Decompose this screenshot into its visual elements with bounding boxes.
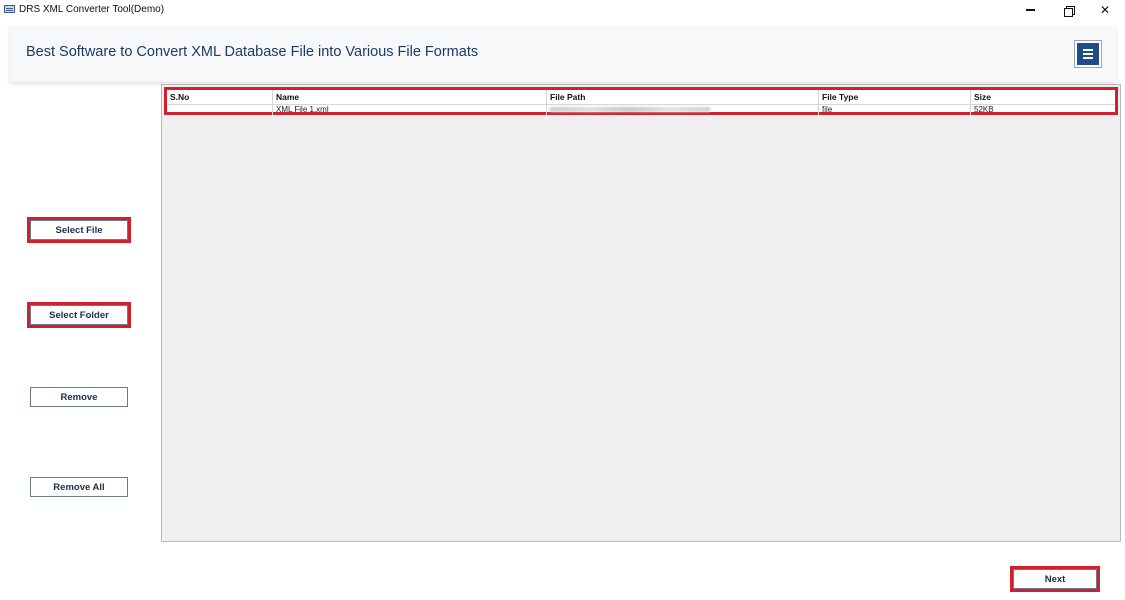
menu-button[interactable] [1074,40,1102,68]
column-header-sno[interactable]: S.No [167,90,273,104]
cell-sno [167,105,273,115]
file-table: S.No Name File Path File Type Size XML F… [164,87,1118,115]
remove-all-button[interactable]: Remove All [30,477,128,497]
minimize-button[interactable] [1012,0,1048,20]
close-button[interactable]: ✕ [1087,0,1123,20]
column-header-file-path[interactable]: File Path [547,90,819,104]
page-title: Best Software to Convert XML Database Fi… [26,44,479,60]
restore-icon [1063,5,1075,17]
column-header-size[interactable]: Size [971,90,1115,104]
window-title: DRS XML Converter Tool(Demo) [19,4,165,15]
table-row[interactable]: XML File 1.xml file 52KB [167,105,1115,115]
cell-size: 52KB [974,105,994,114]
next-button[interactable]: Next [1010,566,1100,592]
header-banner: Best Software to Convert XML Database Fi… [10,26,1116,82]
column-header-name[interactable]: Name [273,90,547,104]
title-bar: DRS XML Converter Tool(Demo) ✕ [0,0,1125,20]
select-file-button[interactable]: Select File [27,217,131,243]
cell-name: XML File 1.xml [273,105,547,115]
minimize-icon [1025,9,1035,11]
close-icon: ✕ [1099,3,1111,17]
remove-button[interactable]: Remove [30,387,128,407]
hamburger-menu-icon [1077,43,1099,65]
column-header-file-type[interactable]: File Type [819,90,971,104]
select-folder-button[interactable]: Select Folder [27,302,131,328]
cell-file-type: file [819,105,971,115]
app-icon [4,5,15,13]
file-list-grid[interactable]: S.No Name File Path File Type Size XML F… [161,84,1121,542]
cell-file-path [547,105,819,115]
blurred-path [550,107,710,112]
app-window: DRS XML Converter Tool(Demo) ✕ Best Soft… [0,0,1125,600]
table-header-row: S.No Name File Path File Type Size [167,90,1115,105]
restore-button[interactable] [1050,0,1086,20]
